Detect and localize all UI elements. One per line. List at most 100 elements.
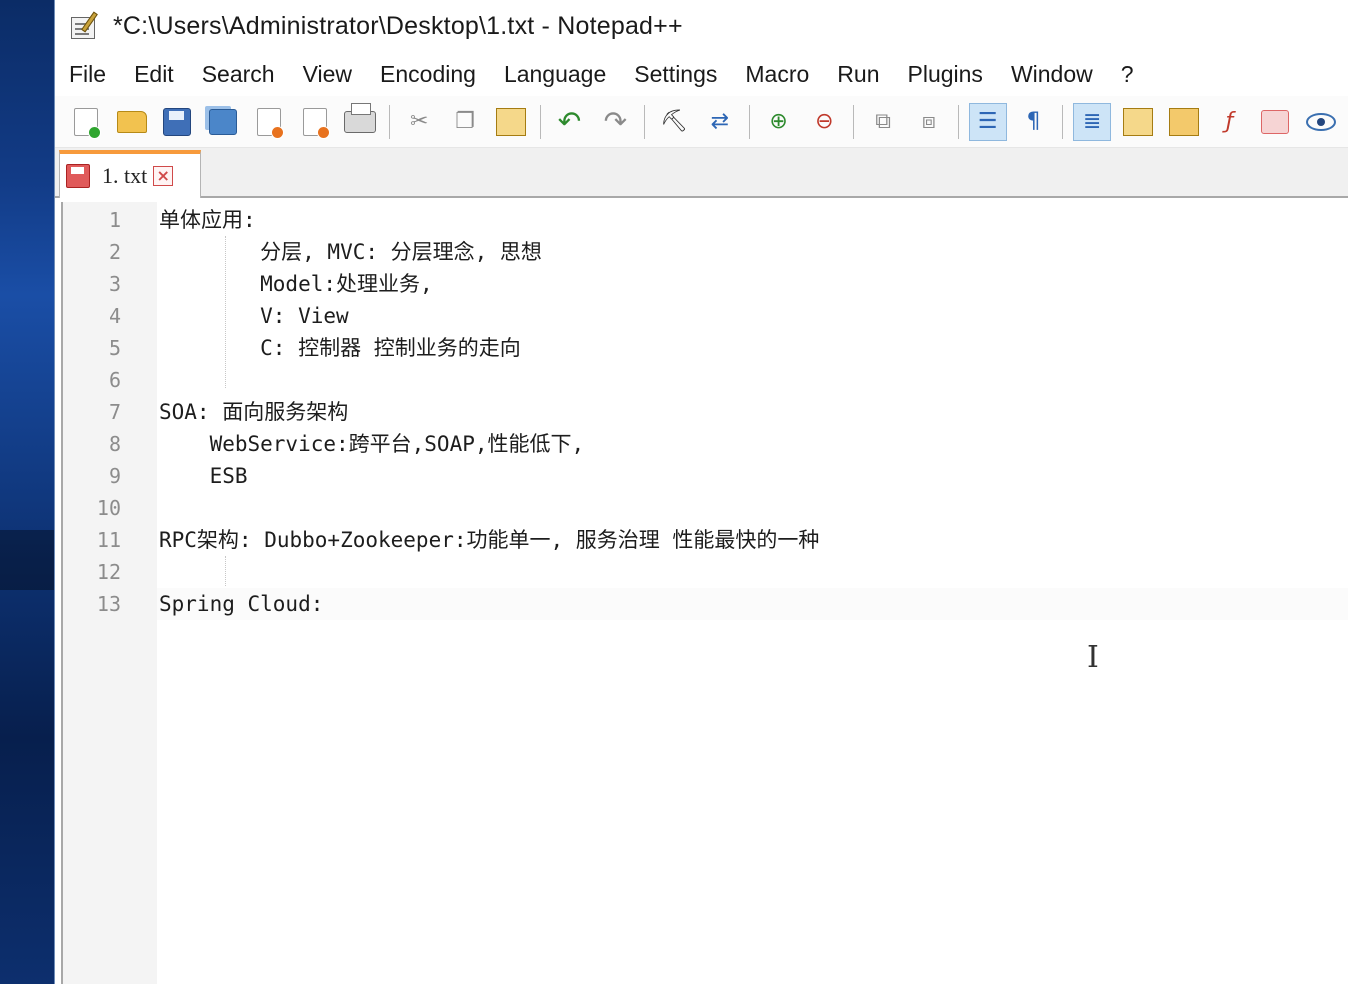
code-line[interactable]: 分层, MVC: 分层理念, 思想 [157, 236, 1348, 268]
menu-plugins[interactable]: Plugins [908, 61, 983, 88]
code-line[interactable]: C: 控制器 控制业务的走向 [157, 332, 1348, 364]
folder-as-workspace-icon [1261, 109, 1290, 134]
line-number: 11 [96, 528, 121, 552]
line-number: 13 [96, 592, 121, 616]
window-title: *C:\Users\Administrator\Desktop\1.txt - … [113, 11, 683, 40]
paste-icon [495, 107, 526, 136]
print-icon [344, 102, 377, 133]
code-line[interactable]: SOA: 面向服务架构 [157, 396, 1348, 428]
menu-file[interactable]: File [69, 61, 106, 88]
zoom-in-icon: ⊕ [769, 108, 788, 134]
toolbar-separator [389, 104, 391, 139]
code-line[interactable] [157, 364, 1348, 396]
line-number: 3 [108, 272, 121, 296]
function-list-button[interactable]: ƒ [1211, 103, 1249, 141]
menu-window[interactable]: Window [1011, 61, 1093, 88]
tab-1-txt[interactable]: 1. txt × [59, 150, 201, 198]
redo-button[interactable]: ↷ [596, 103, 634, 141]
notepad-app-icon[interactable] [69, 11, 103, 41]
line-number: 2 [108, 240, 121, 264]
line-number: 1 [108, 208, 121, 232]
redo-icon: ↷ [603, 104, 628, 138]
close-all-icon [302, 107, 330, 139]
copy-icon: ❐ [455, 108, 475, 134]
code-line[interactable]: RPC架构: Dubbo+Zookeeper:功能单一, 服务治理 性能最快的一… [157, 524, 1348, 556]
text-editor[interactable]: 1 2 3 4 5 6 7 8 9 10 11 12 13 I 单体应用: 分层, MVC: 分层理念,… [61, 202, 1348, 984]
title-bar[interactable]: *C:\Users\Administrator\Desktop\1.txt - … [55, 0, 1348, 52]
sync-horizontal-button[interactable]: ⧈ [910, 103, 948, 141]
user-language-button[interactable] [1119, 103, 1157, 141]
menu-help[interactable]: ? [1121, 61, 1134, 88]
code-line[interactable]: V: View [157, 300, 1348, 332]
zoom-in-button[interactable]: ⊕ [760, 103, 798, 141]
replace-button[interactable]: ⇄ [701, 103, 739, 141]
code-line[interactable] [157, 492, 1348, 524]
new-file-button[interactable] [67, 103, 105, 141]
document-map-button[interactable] [1165, 103, 1203, 141]
copy-button[interactable]: ❐ [446, 103, 484, 141]
find-button[interactable]: ⛏ [655, 103, 693, 141]
zoom-out-icon: ⊖ [815, 108, 834, 134]
user-language-icon [1122, 107, 1153, 136]
toolbar: ✂ ❐ ↶ ↷ ⛏ ⇄ ⊕ ⊖ ⧉ ⧈ ☰ ¶ ≣ ƒ [55, 96, 1348, 148]
save-all-button[interactable] [204, 103, 242, 141]
menu-macro[interactable]: Macro [745, 61, 809, 88]
code-line[interactable]: 单体应用: [157, 204, 1348, 236]
line-number: 9 [108, 464, 121, 488]
cut-icon: ✂ [410, 108, 429, 134]
menu-encoding[interactable]: Encoding [380, 61, 476, 88]
code-line[interactable]: ESB [157, 460, 1348, 492]
cut-button[interactable]: ✂ [400, 103, 438, 141]
text-cursor-icon: I [1087, 640, 1099, 675]
show-all-characters-button[interactable]: ¶ [1015, 103, 1053, 141]
code-line[interactable]: Model:处理业务, [157, 268, 1348, 300]
toolbar-separator [539, 104, 541, 139]
line-number: 8 [108, 432, 121, 456]
line-number: 7 [108, 400, 121, 424]
tab-close-icon[interactable]: × [153, 166, 174, 186]
line-number: 4 [108, 304, 121, 328]
desktop-background [0, 0, 54, 984]
code-line[interactable] [157, 556, 1348, 588]
unsaved-file-icon [66, 164, 90, 188]
undo-button[interactable]: ↶ [551, 103, 589, 141]
show-all-characters-icon: ¶ [1026, 108, 1041, 134]
save-button[interactable] [159, 103, 197, 141]
toolbar-separator [957, 104, 959, 139]
menu-edit[interactable]: Edit [134, 61, 174, 88]
editor-text-area[interactable]: I 单体应用: 分层, MVC: 分层理念, 思想 Model:处理业务, V:… [157, 202, 1348, 984]
line-number: 5 [108, 336, 121, 360]
menu-language[interactable]: Language [504, 61, 606, 88]
toolbar-separator [1062, 104, 1064, 139]
toolbar-separator [748, 104, 750, 139]
function-list-icon: ƒ [1225, 108, 1234, 134]
code-line[interactable]: Spring Cloud: [157, 588, 1348, 620]
indent-guide-icon: ≣ [1083, 108, 1102, 134]
menu-settings[interactable]: Settings [634, 61, 717, 88]
new-file-icon [73, 107, 101, 139]
close-icon [256, 107, 284, 139]
menu-run[interactable]: Run [837, 61, 879, 88]
print-button[interactable] [342, 102, 380, 141]
menu-view[interactable]: View [303, 61, 352, 88]
document-map-icon [1168, 107, 1199, 136]
zoom-out-button[interactable]: ⊖ [805, 103, 843, 141]
indent-guide-button[interactable]: ≣ [1073, 102, 1112, 141]
line-number-gutter: 1 2 3 4 5 6 7 8 9 10 11 12 13 [63, 202, 157, 984]
sync-vertical-icon: ⧉ [875, 108, 891, 134]
folder-as-workspace-button[interactable] [1256, 103, 1294, 141]
sync-horizontal-icon: ⧈ [921, 108, 936, 134]
line-number: 6 [108, 368, 121, 392]
replace-icon: ⇄ [710, 108, 730, 134]
code-line[interactable]: WebService:跨平台,SOAP,性能低下, [157, 428, 1348, 460]
open-file-button[interactable] [113, 103, 151, 141]
close-button[interactable] [250, 103, 288, 141]
word-wrap-button[interactable]: ☰ [968, 102, 1007, 141]
paste-button[interactable] [492, 103, 530, 141]
line-number: 12 [96, 560, 121, 584]
close-all-button[interactable] [296, 103, 334, 141]
line-number: 10 [96, 496, 121, 520]
monitoring-button[interactable] [1302, 103, 1340, 141]
menu-search[interactable]: Search [202, 61, 275, 88]
sync-vertical-button[interactable]: ⧉ [864, 103, 902, 141]
